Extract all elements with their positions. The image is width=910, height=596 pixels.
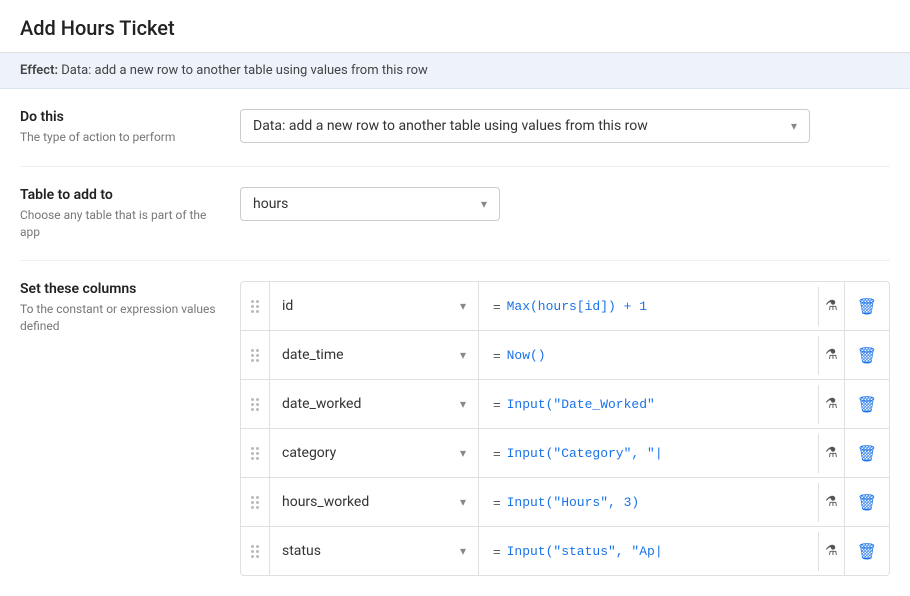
expression-value: Input("status", "Ap| [507,544,663,559]
column-name-label: date_worked [282,396,361,412]
table-row: date_time ▾ = Now() ⚗ 🗑 [240,330,890,379]
table-selected: hours [253,196,288,212]
column-expression[interactable]: = Input("status", "Ap| [479,532,819,571]
effect-value: Data: add a new row to another table usi… [61,63,428,78]
table-dropdown[interactable]: hours ▾ [240,187,500,221]
column-name-label: id [282,298,293,314]
delete-row-button[interactable]: 🗑 [845,478,889,526]
column-expression[interactable]: = Max(hours[id]) + 1 [479,287,819,326]
table-row: category ▾ = Input("Category", "| ⚗ 🗑 [240,428,890,477]
do-this-label: Do this The type of action to perform [20,109,240,146]
column-name-label: hours_worked [282,494,369,510]
delete-row-button[interactable]: 🗑 [845,282,889,330]
columns-rows: id ▾ = Max(hours[id]) + 1 ⚗ 🗑 date_time … [240,281,890,576]
table-row: date_worked ▾ = Input("Date_Worked" ⚗ 🗑 [240,379,890,428]
delete-row-button[interactable]: 🗑 [845,331,889,379]
effect-bar: Effect: Data: add a new row to another t… [0,53,910,89]
chevron-down-icon: ▾ [460,348,466,362]
page-header: Add Hours Ticket [0,0,910,53]
column-name-dropdown[interactable]: date_time ▾ [269,331,479,379]
columns-label: Set these columns To the constant or exp… [20,281,240,335]
drag-handle-icon[interactable] [241,282,269,330]
equals-sign: = [493,299,501,314]
do-this-desc: The type of action to perform [20,129,224,146]
column-name-label: category [282,445,336,461]
do-this-selected: Data: add a new row to another table usi… [253,118,648,134]
column-expression[interactable]: = Now() [479,336,819,375]
expression-value: Max(hours[id]) + 1 [507,299,647,314]
drag-handle-icon[interactable] [241,331,269,379]
column-name-dropdown[interactable]: date_worked ▾ [269,380,479,428]
table-to-add-section: Table to add to Choose any table that is… [20,167,890,262]
table-desc: Choose any table that is part of the app [20,207,224,241]
column-name-label: date_time [282,347,344,363]
table-row: status ▾ = Input("status", "Ap| ⚗ 🗑 [240,526,890,576]
drag-handle-icon[interactable] [241,429,269,477]
do-this-control: Data: add a new row to another table usi… [240,109,890,143]
column-name-dropdown[interactable]: id ▾ [269,282,479,330]
chevron-down-icon: ▾ [460,446,466,460]
page-title: Add Hours Ticket [20,16,175,40]
drag-handle-icon[interactable] [241,380,269,428]
equals-sign: = [493,348,501,363]
chevron-down-icon: ▾ [460,544,466,558]
column-name-dropdown[interactable]: category ▾ [269,429,479,477]
chevron-down-icon: ▾ [460,397,466,411]
chevron-down-icon: ▾ [791,119,797,133]
drag-handle-icon[interactable] [241,478,269,526]
chevron-down-icon: ▾ [481,197,487,211]
do-this-title: Do this [20,109,224,125]
do-this-dropdown[interactable]: Data: add a new row to another table usi… [240,109,810,143]
effect-label: Effect: [20,63,58,78]
expression-value: Now() [507,348,546,363]
table-label: Table to add to Choose any table that is… [20,187,240,241]
table-row: hours_worked ▾ = Input("Hours", 3) ⚗ 🗑 [240,477,890,526]
drag-handle-icon[interactable] [241,527,269,575]
column-expression[interactable]: = Input("Hours", 3) [479,483,819,522]
delete-row-button[interactable]: 🗑 [845,527,889,575]
column-name-dropdown[interactable]: hours_worked ▾ [269,478,479,526]
expression-value: Input("Hours", 3) [507,495,640,510]
table-control: hours ▾ [240,187,890,221]
column-name-label: status [282,543,321,559]
expression-value: Input("Category", "| [507,446,663,461]
column-name-dropdown[interactable]: status ▾ [269,527,479,575]
set-columns-section: Set these columns To the constant or exp… [20,261,890,596]
delete-row-button[interactable]: 🗑 [845,429,889,477]
table-title: Table to add to [20,187,224,203]
equals-sign: = [493,397,501,412]
flask-icon[interactable]: ⚗ [819,527,845,575]
flask-icon[interactable]: ⚗ [819,478,845,526]
flask-icon[interactable]: ⚗ [819,429,845,477]
do-this-section: Do this The type of action to perform Da… [20,89,890,167]
columns-title: Set these columns [20,281,224,297]
column-expression[interactable]: = Input("Category", "| [479,434,819,473]
equals-sign: = [493,495,501,510]
expression-value: Input("Date_Worked" [507,397,655,412]
columns-desc: To the constant or expression values def… [20,301,224,335]
chevron-down-icon: ▾ [460,299,466,313]
flask-icon[interactable]: ⚗ [819,331,845,379]
column-expression[interactable]: = Input("Date_Worked" [479,385,819,424]
table-row: id ▾ = Max(hours[id]) + 1 ⚗ 🗑 [240,281,890,330]
delete-row-button[interactable]: 🗑 [845,380,889,428]
chevron-down-icon: ▾ [460,495,466,509]
flask-icon[interactable]: ⚗ [819,380,845,428]
equals-sign: = [493,544,501,559]
flask-icon[interactable]: ⚗ [819,282,845,330]
equals-sign: = [493,446,501,461]
